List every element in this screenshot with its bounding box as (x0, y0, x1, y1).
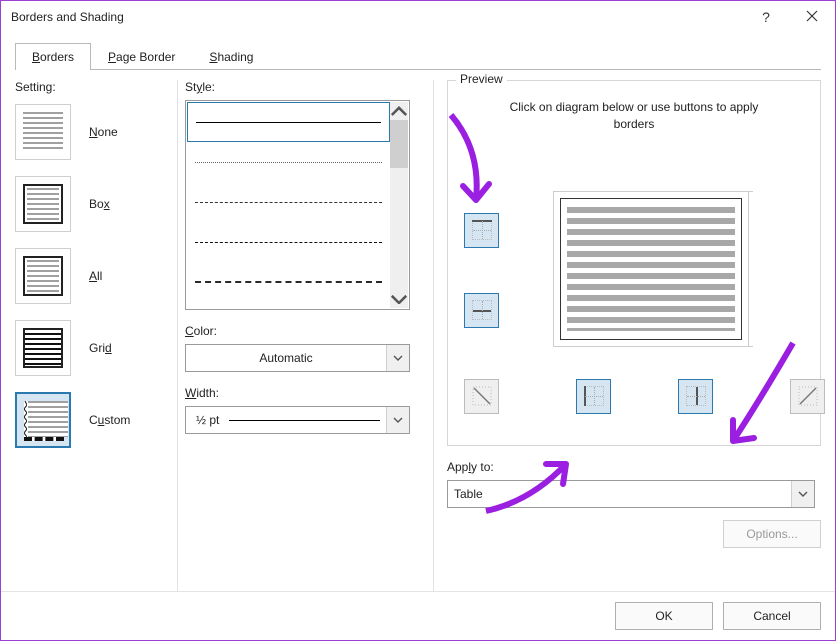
tab-strip: Borders Page Border Shading (15, 43, 821, 70)
dialog-title: Borders and Shading (11, 10, 124, 24)
border-diag-up-button[interactable] (790, 379, 825, 414)
tab-shading[interactable]: Shading (192, 43, 270, 70)
chevron-down-icon (798, 491, 808, 497)
width-sample-line (229, 420, 380, 421)
preview-diagram[interactable] (560, 198, 742, 340)
chevron-up-icon (390, 106, 408, 117)
setting-custom-icon (15, 392, 71, 448)
border-left-button[interactable] (576, 379, 611, 414)
setting-all[interactable]: All (15, 248, 165, 304)
preview-label: Preview (456, 72, 507, 86)
setting-custom[interactable]: Custom (15, 392, 165, 448)
apply-to-value: Table (448, 487, 791, 501)
preview-panel: Preview Click on diagram below or use bu… (447, 80, 821, 591)
width-value: ½ pt (186, 413, 229, 427)
color-value: Automatic (186, 351, 386, 365)
style-dashdot[interactable] (187, 262, 390, 302)
diagonal-up-icon (798, 386, 818, 406)
apply-to-dropdown-arrow[interactable] (791, 481, 814, 507)
style-panel: Style: (185, 80, 425, 591)
style-listbox[interactable] (185, 100, 410, 310)
preview-caption: Click on diagram below or use buttons to… (460, 99, 808, 143)
chevron-down-icon (393, 355, 403, 361)
options-button: Options... (723, 520, 821, 548)
color-dropdown[interactable]: Automatic (185, 344, 410, 372)
dialog-footer: OK Cancel (1, 591, 835, 640)
setting-none[interactable]: None (15, 104, 165, 160)
help-button[interactable]: ? (743, 1, 789, 33)
ok-button[interactable]: OK (615, 602, 713, 630)
setting-none-icon (15, 104, 71, 160)
color-dropdown-arrow[interactable] (386, 345, 409, 371)
close-button[interactable] (789, 1, 835, 33)
scroll-up-button[interactable] (390, 102, 408, 120)
width-dropdown-arrow[interactable] (386, 407, 409, 433)
borders-and-shading-dialog: Borders and Shading ? Borders Page Borde… (0, 0, 836, 641)
chevron-down-icon (390, 294, 408, 305)
tab-borders[interactable]: Borders (15, 43, 91, 70)
zigzag-icon (24, 401, 27, 441)
border-top-button[interactable] (464, 213, 499, 248)
question-icon: ? (762, 9, 770, 25)
chevron-down-icon (393, 417, 403, 423)
diagonal-down-icon (472, 386, 492, 406)
setting-box-icon (15, 176, 71, 232)
style-scrollbar[interactable] (390, 102, 408, 308)
border-inside-vertical-button[interactable] (678, 379, 713, 414)
scroll-thumb[interactable] (390, 120, 408, 168)
style-dashed[interactable] (187, 222, 390, 262)
style-dotted[interactable] (187, 142, 390, 182)
setting-box[interactable]: Box (15, 176, 165, 232)
close-icon (806, 10, 818, 25)
preview-area (460, 143, 808, 373)
setting-grid-icon (15, 320, 71, 376)
scroll-down-button[interactable] (390, 290, 408, 308)
tab-page-border[interactable]: Page Border (91, 43, 192, 70)
style-solid[interactable] (187, 102, 390, 142)
style-dashed-fine[interactable] (187, 182, 390, 222)
setting-label: Setting: (15, 80, 165, 94)
border-inside-horizontal-button[interactable] (464, 293, 499, 328)
width-dropdown[interactable]: ½ pt (185, 406, 410, 434)
titlebar: Borders and Shading ? (1, 1, 835, 33)
setting-grid[interactable]: Grid (15, 320, 165, 376)
cancel-button[interactable]: Cancel (723, 602, 821, 630)
apply-to-dropdown[interactable]: Table (447, 480, 815, 508)
setting-panel: Setting: None Box (15, 80, 165, 591)
setting-all-icon (15, 248, 71, 304)
border-diag-down-button[interactable] (464, 379, 499, 414)
